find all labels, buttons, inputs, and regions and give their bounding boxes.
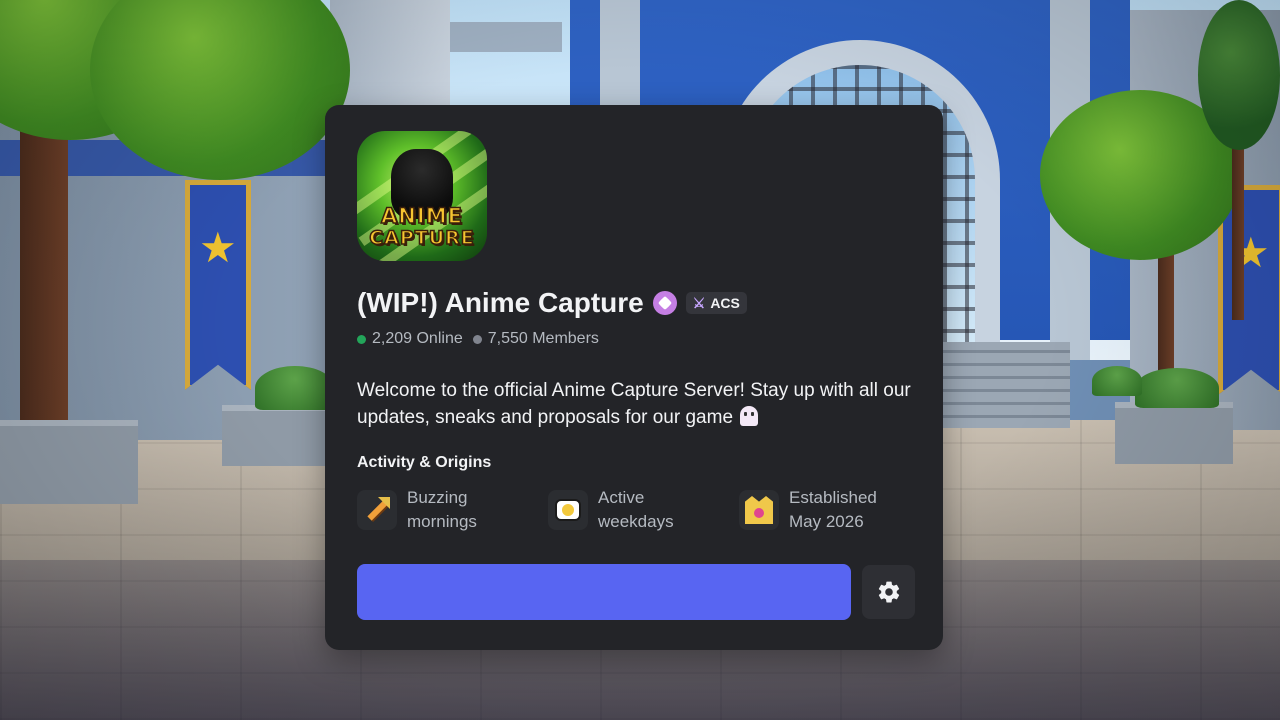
description-text: Welcome to the official Anime Capture Se…: [357, 380, 911, 428]
server-logo: ANIME CAPTURE: [368, 204, 475, 250]
trait-item: Active weekdays: [548, 486, 674, 534]
trait-item: Buzzing mornings: [357, 486, 477, 534]
gear-icon: [878, 581, 899, 603]
activity-traits: Buzzing mornings Active weekdays Establi…: [357, 486, 917, 538]
members-stat: 7,550 Members: [472, 330, 599, 348]
server-description: Welcome to the official Anime Capture Se…: [357, 377, 917, 431]
member-count: 7,550 Members: [487, 330, 599, 347]
server-stats: 2,209 Online 7,550 Members: [357, 330, 599, 348]
trait-line2: May 2026: [789, 512, 864, 531]
server-title-row: (WIP!) Anime Capture ⚔ ACS: [357, 283, 747, 323]
trait-line1: Active: [598, 488, 645, 507]
server-tag-label: ACS: [710, 295, 740, 311]
online-count: 2,209 Online: [372, 330, 463, 347]
server-icon[interactable]: ANIME CAPTURE: [357, 131, 487, 261]
online-stat: 2,209 Online: [357, 330, 463, 348]
crown-icon: [739, 490, 779, 530]
ghost-emoji-icon: [740, 406, 759, 426]
trait-line1: Buzzing: [407, 488, 468, 507]
speech-bubble-icon: [548, 490, 588, 530]
sword-icon: ⚔: [692, 295, 706, 311]
server-name: (WIP!) Anime Capture: [357, 287, 644, 318]
server-settings-button[interactable]: [862, 565, 915, 619]
activity-heading: Activity & Origins: [357, 454, 492, 471]
server-invite-card: ANIME CAPTURE (WIP!) Anime Capture ⚔ ACS…: [325, 105, 943, 650]
pixel-arrow-icon: [357, 490, 397, 530]
trait-line2: mornings: [407, 512, 477, 531]
trait-line2: weekdays: [598, 512, 674, 531]
join-server-button[interactable]: [357, 564, 851, 620]
members-dot-icon: [472, 334, 482, 344]
server-boost-icon[interactable]: [652, 291, 677, 315]
trait-item: Established May 2026: [739, 486, 877, 534]
online-dot-icon: [357, 334, 366, 344]
trait-line1: Established: [789, 488, 877, 507]
server-tag[interactable]: ⚔ ACS: [685, 292, 747, 314]
